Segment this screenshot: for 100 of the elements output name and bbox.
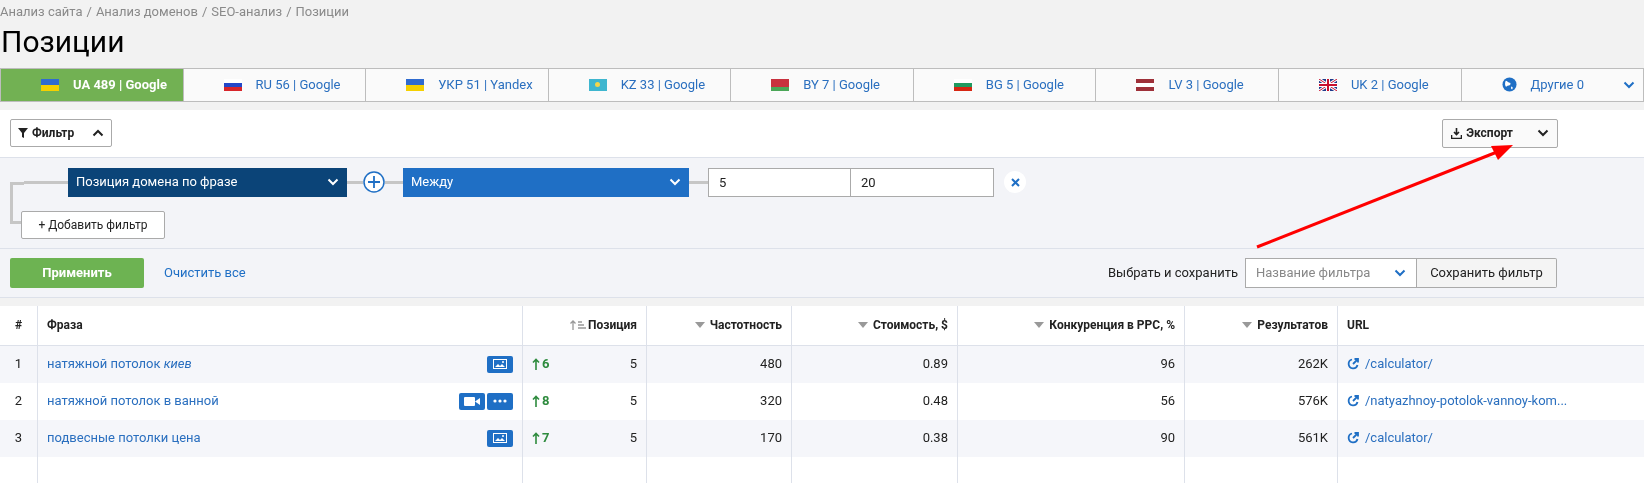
image-badge[interactable] bbox=[487, 355, 513, 373]
table-cell-text: 561K bbox=[1297, 429, 1328, 448]
external-link-icon bbox=[1347, 432, 1359, 444]
breadcrumb-link[interactable]: SEO-анализ bbox=[211, 2, 283, 22]
breadcrumb-link[interactable]: Позиции bbox=[295, 2, 350, 22]
image-icon bbox=[493, 433, 507, 443]
table-cell-text: 170 bbox=[760, 429, 782, 448]
table-cell-text: 5 bbox=[629, 429, 637, 448]
breadcrumb-separator: / bbox=[201, 3, 208, 21]
flag-icon bbox=[588, 78, 607, 91]
chevron-down-icon bbox=[1394, 268, 1406, 277]
table-cell-text: 5 bbox=[629, 392, 637, 411]
chevron-down-icon bbox=[1537, 129, 1549, 137]
save-filter-button[interactable]: Сохранить фильтр bbox=[1417, 257, 1557, 288]
country-tab[interactable]: УКР 51 | Yandex bbox=[366, 68, 549, 101]
row-number: 3 bbox=[14, 429, 23, 448]
row-number: 1 bbox=[14, 355, 23, 374]
country-tab[interactable]: LV 3 | Google bbox=[1096, 68, 1279, 101]
clear-all-link[interactable]: Очистить все bbox=[164, 262, 246, 283]
external-link-icon bbox=[1347, 395, 1359, 407]
column-header[interactable]: Фраза bbox=[47, 316, 83, 334]
table-cell-text: 90 bbox=[1160, 429, 1175, 448]
image-icon bbox=[493, 359, 507, 369]
flag-icon bbox=[1136, 78, 1155, 91]
flag-icon bbox=[1318, 78, 1337, 91]
column-header[interactable]: Конкуренция в PPC, % bbox=[1049, 316, 1175, 334]
sort-ascending-icon[interactable] bbox=[569, 320, 586, 330]
country-tab[interactable]: Другие 0 bbox=[1461, 68, 1644, 101]
filter-field-select[interactable]: Позиция домена по фразе bbox=[68, 167, 347, 197]
save-label: Выбрать и сохранить bbox=[1107, 263, 1238, 282]
country-tab[interactable]: UA 489 | Google bbox=[1, 68, 184, 101]
url-link[interactable]: /calculator/ bbox=[1365, 354, 1433, 374]
column-header[interactable]: # bbox=[14, 316, 23, 334]
operator-select[interactable]: Между bbox=[403, 167, 689, 197]
add-condition-icon[interactable] bbox=[363, 171, 385, 193]
table-cell-text: 576K bbox=[1297, 392, 1328, 411]
chevron-down-icon bbox=[327, 178, 339, 186]
row-number: 2 bbox=[14, 392, 23, 411]
column-header[interactable]: Стоимость, $ bbox=[872, 316, 948, 334]
arrow-up-icon bbox=[532, 432, 540, 444]
country-tab[interactable]: BY 7 | Google bbox=[731, 68, 914, 101]
more-icon bbox=[493, 399, 507, 403]
flag-icon bbox=[953, 78, 972, 91]
table-cell-text: 5 bbox=[629, 355, 637, 374]
more-badge[interactable] bbox=[487, 392, 513, 410]
chevron-down-icon bbox=[669, 178, 681, 186]
column-header[interactable]: Результатов bbox=[1257, 316, 1328, 334]
country-tab[interactable]: KZ 33 | Google bbox=[548, 68, 732, 101]
arrow-up-icon bbox=[532, 358, 540, 370]
table-cell-text: 56 bbox=[1160, 392, 1175, 411]
breadcrumb-link[interactable]: Анализ сайта bbox=[0, 2, 83, 22]
table-cell-text: 262K bbox=[1297, 355, 1328, 374]
position-change: 7 bbox=[532, 428, 550, 448]
url-link[interactable]: /natyazhnoy-potolok-vannoy-kom... bbox=[1365, 391, 1568, 411]
breadcrumb-separator: / bbox=[86, 3, 92, 21]
phrase-link[interactable]: натяжной потолок киев bbox=[47, 354, 192, 374]
filter-name-select[interactable]: Название фильтра bbox=[1245, 257, 1417, 288]
position-change: 8 bbox=[532, 391, 550, 411]
filter-icon bbox=[18, 128, 28, 138]
table-cell-text: 0.38 bbox=[922, 429, 948, 448]
from-input-field[interactable]: 5 bbox=[708, 167, 851, 197]
table-cell-text: 320 bbox=[760, 392, 782, 411]
remove-filter-button[interactable] bbox=[1004, 171, 1026, 193]
column-header[interactable]: Частотность bbox=[709, 316, 782, 334]
add-filter-button[interactable]: + Добавить фильтр bbox=[21, 210, 165, 239]
phrase-link[interactable]: натяжной потолок в ванной bbox=[47, 391, 219, 411]
flag-icon bbox=[41, 78, 59, 91]
table-cell-text: 0.89 bbox=[922, 355, 948, 374]
export-button[interactable]: Экспорт bbox=[1442, 118, 1558, 148]
chevron-down-icon bbox=[1623, 80, 1636, 89]
close-icon bbox=[1010, 177, 1020, 187]
breadcrumb-link[interactable]: Анализ доменов bbox=[95, 2, 198, 22]
url-link[interactable]: /calculator/ bbox=[1365, 428, 1433, 448]
column-header[interactable]: URL bbox=[1347, 316, 1370, 334]
column-header[interactable]: Позиция bbox=[587, 316, 637, 334]
position-change: 6 bbox=[532, 354, 550, 374]
to-input-field[interactable]: 20 bbox=[851, 167, 994, 197]
country-tab[interactable]: UK 2 | Google bbox=[1278, 68, 1462, 101]
country-tab[interactable]: BG 5 | Google bbox=[913, 68, 1097, 101]
flag-icon bbox=[771, 78, 790, 91]
table-cell-text: 480 bbox=[760, 355, 782, 374]
video-camera-icon bbox=[464, 396, 480, 406]
video-badge[interactable] bbox=[459, 392, 485, 410]
page-title: Позиции bbox=[0, 22, 126, 61]
country-tab[interactable]: RU 56 | Google bbox=[183, 68, 367, 101]
filter-button[interactable]: Фильтр bbox=[10, 119, 113, 147]
phrase-link[interactable]: подвесные потолки цена bbox=[47, 428, 201, 448]
flag-icon bbox=[223, 78, 242, 91]
table-cell-text: 0.48 bbox=[922, 392, 948, 411]
chevron-up-icon bbox=[92, 129, 105, 137]
image-badge[interactable] bbox=[487, 429, 513, 447]
table-cell-text: 96 bbox=[1160, 355, 1175, 374]
sort-triangle-icon[interactable] bbox=[1034, 322, 1045, 328]
arrow-up-icon bbox=[532, 395, 540, 407]
sort-triangle-icon[interactable] bbox=[857, 322, 868, 328]
sort-triangle-icon[interactable] bbox=[694, 322, 705, 328]
external-link-icon bbox=[1347, 358, 1359, 370]
flag-icon bbox=[406, 78, 425, 91]
download-icon bbox=[1451, 127, 1463, 139]
sort-triangle-icon[interactable] bbox=[1242, 322, 1253, 328]
